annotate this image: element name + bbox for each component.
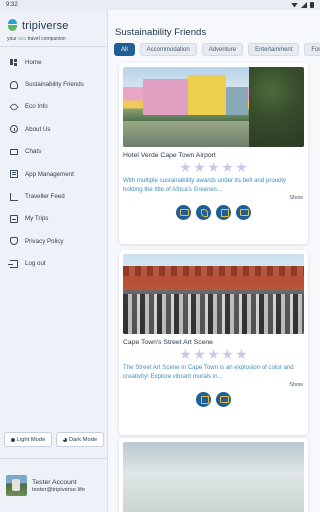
feed-icon: [10, 192, 18, 201]
star-icon[interactable]: [236, 162, 247, 173]
avatar: [6, 475, 27, 496]
filter-chip-accommodation[interactable]: Accommodation: [139, 43, 197, 56]
filter-chip-all[interactable]: All: [114, 43, 135, 56]
filter-chip-entertainment[interactable]: Entertainment: [248, 43, 300, 56]
tagline: your eco travel companion: [7, 36, 66, 42]
listing-card[interactable]: Cape Town's Street Art Scene The Street …: [119, 250, 308, 435]
sidebar-item-log-out[interactable]: Log out: [0, 253, 107, 275]
phone-icon[interactable]: [196, 204, 211, 220]
light-mode-button[interactable]: Light Mode: [4, 432, 52, 447]
status-bar: 9:32: [0, 0, 320, 10]
chat-icon[interactable]: [216, 391, 231, 407]
star-icon[interactable]: [208, 162, 219, 173]
map-icon[interactable]: [196, 391, 211, 407]
listing-image[interactable]: [123, 442, 304, 512]
listing-image[interactable]: [123, 254, 304, 334]
chat-icon: [10, 148, 18, 155]
sidebar-item-eco-info[interactable]: Eco Info: [0, 96, 107, 118]
trips-icon: [10, 214, 18, 223]
rating-stars[interactable]: [119, 162, 308, 173]
listing-image[interactable]: [123, 67, 304, 147]
main-content: Sustainability Friends All Accommodation…: [109, 10, 320, 512]
app-management-icon: [10, 170, 18, 179]
leaf-icon: [9, 102, 19, 112]
sidebar: tripiverse your eco travel companion Hom…: [0, 10, 108, 512]
listing-actions: [119, 391, 308, 407]
star-icon[interactable]: [194, 349, 205, 360]
listing-title: Hotel Verde Cape Town Airport: [123, 152, 216, 159]
moon-icon: [63, 438, 67, 442]
star-icon[interactable]: [222, 162, 233, 173]
filter-chip-adventure[interactable]: Adventure: [201, 43, 244, 56]
rating-stars[interactable]: [119, 349, 308, 360]
sun-icon: [10, 437, 15, 442]
star-icon[interactable]: [222, 349, 233, 360]
signal-icon: [301, 2, 307, 8]
info-icon: [10, 125, 18, 134]
status-icons: [291, 2, 314, 8]
chat-icon[interactable]: [236, 204, 251, 220]
filter-chip-food[interactable]: Food: [304, 43, 320, 56]
listing-description: With multiple sustainability awards unde…: [123, 177, 286, 194]
star-icon[interactable]: [236, 349, 247, 360]
shield-icon: [10, 237, 18, 246]
sidebar-nav: Home Sustainability Friends Eco Info Abo…: [0, 51, 107, 275]
star-icon[interactable]: [180, 162, 191, 173]
logo-icon: [7, 19, 18, 32]
home-icon: [10, 58, 18, 66]
logout-icon: [8, 259, 18, 268]
show-more-link[interactable]: Show: [119, 195, 308, 201]
listing-title: Cape Town's Street Art Scene: [123, 339, 213, 346]
account-email: tester@tripiverse.life: [32, 486, 85, 493]
sidebar-item-privacy-policy[interactable]: Privacy Policy: [0, 230, 107, 252]
listing-actions: [119, 204, 308, 220]
sidebar-item-home[interactable]: Home: [0, 51, 107, 73]
account-panel[interactable]: Tester Account tester@tripiverse.life: [0, 458, 108, 512]
status-time: 9:32: [6, 2, 18, 8]
account-name: Tester Account: [32, 478, 77, 486]
dark-mode-button[interactable]: Dark Mode: [56, 432, 104, 447]
email-icon[interactable]: [176, 204, 191, 220]
filter-chips: All Accommodation Adventure Entertainmen…: [114, 43, 320, 56]
star-icon[interactable]: [180, 349, 191, 360]
divider: [0, 46, 107, 47]
theme-toggle: Light Mode Dark Mode: [4, 432, 104, 447]
brand-name: tripiverse: [22, 19, 69, 32]
wifi-icon: [291, 2, 298, 8]
battery-icon: [310, 2, 314, 8]
sidebar-item-app-management[interactable]: App Management: [0, 163, 107, 185]
map-icon[interactable]: [216, 204, 231, 220]
star-icon[interactable]: [194, 162, 205, 173]
sidebar-item-about-us[interactable]: About Us: [0, 118, 107, 140]
sidebar-item-traveller-feed[interactable]: Traveller Feed: [0, 185, 107, 207]
show-more-link[interactable]: Show: [119, 382, 308, 388]
star-icon[interactable]: [208, 349, 219, 360]
listing-card[interactable]: Hotel Verde Cape Town Airport With multi…: [119, 63, 308, 244]
sidebar-item-chats[interactable]: Chats: [0, 141, 107, 163]
friends-icon: [10, 80, 18, 89]
sidebar-item-sustainability-friends[interactable]: Sustainability Friends: [0, 73, 107, 95]
page-title: Sustainability Friends: [115, 27, 207, 38]
brand[interactable]: tripiverse: [0, 10, 107, 32]
listing-description: The Street Art Scene in Cape Town is an …: [123, 364, 294, 381]
listing-card[interactable]: [119, 438, 308, 512]
sidebar-item-my-trips[interactable]: My Trips: [0, 208, 107, 230]
